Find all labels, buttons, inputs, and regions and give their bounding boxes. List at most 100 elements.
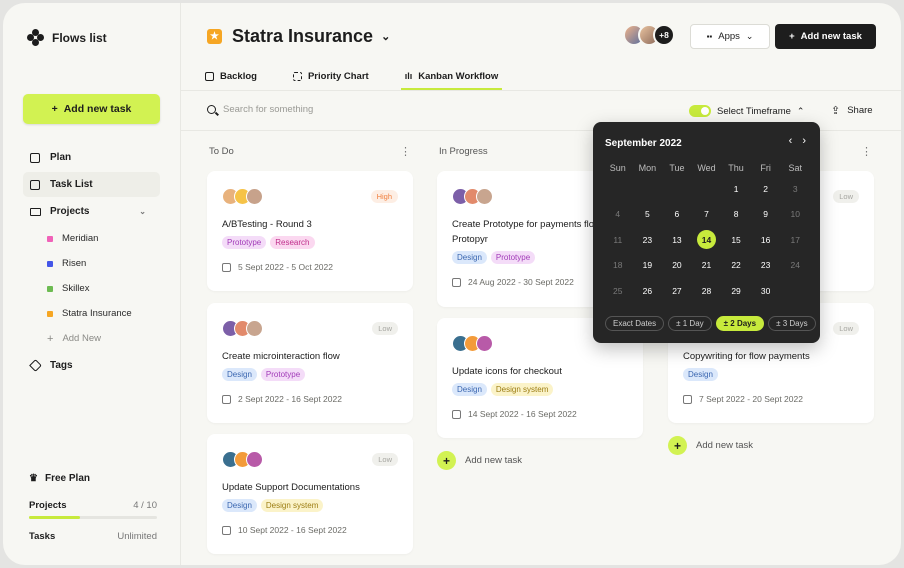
card-date: 14 Sept 2022 - 16 Sept 2022 xyxy=(468,409,577,419)
sidebar-add-task-button[interactable]: + Add new task xyxy=(23,94,160,124)
card-date: 24 Aug 2022 - 30 Sept 2022 xyxy=(468,277,574,287)
apps-dropdown[interactable]: ▪▪ Apps ⌄ xyxy=(690,24,770,49)
range-chip[interactable]: Exact Dates xyxy=(605,316,665,331)
add-task-in-column[interactable]: + Add new task xyxy=(668,436,753,455)
add-new-task-button[interactable]: + Add new task xyxy=(775,24,876,49)
card-top: High xyxy=(222,185,398,207)
sidebar-item-tags[interactable]: Tags xyxy=(23,353,160,378)
calendar-day[interactable]: 5 xyxy=(633,202,663,228)
sidebar-project-item[interactable]: Statra Insurance xyxy=(23,301,160,326)
chevron-left-icon[interactable]: ‹ xyxy=(789,135,793,147)
chevron-down-icon: ⌄ xyxy=(745,31,754,41)
calendar-day[interactable]: 22 xyxy=(721,253,751,279)
task-card[interactable]: Low Create microinteraction flow Design P… xyxy=(207,303,413,423)
card-date-range: 14 Sept 2022 - 16 Sept 2022 xyxy=(452,409,628,419)
calendar-day[interactable]: 24 xyxy=(780,253,810,279)
sidebar-item-label: Projects xyxy=(50,206,90,217)
task-tag: Design system xyxy=(260,499,324,512)
calendar-day[interactable]: 14 xyxy=(692,227,722,253)
calendar-day xyxy=(603,176,633,202)
sidebar-project-item[interactable]: Meridian xyxy=(23,226,160,251)
calendar-day[interactable]: 21 xyxy=(692,253,722,279)
sidebar-project-item[interactable]: Risen xyxy=(23,251,160,276)
share-label: Share xyxy=(847,105,873,116)
add-task-in-column[interactable]: + Add new task xyxy=(437,451,522,470)
calendar-day[interactable]: 1 xyxy=(721,176,751,202)
calendar-day[interactable]: 25 xyxy=(603,278,633,304)
calendar-day[interactable]: 13 xyxy=(662,227,692,253)
timeframe-toggle[interactable] xyxy=(689,105,711,117)
weekday-label: Mon xyxy=(638,162,657,173)
calendar-day[interactable]: 4 xyxy=(603,202,633,228)
add-new-project[interactable]: + Add New xyxy=(23,326,160,351)
sidebar-project-item[interactable]: Skillex xyxy=(23,276,160,301)
task-tag: Design xyxy=(683,368,718,381)
header: ★ Statra Insurance ⌄ Backlog Priority Ch… xyxy=(181,3,901,91)
range-chip[interactable]: ± 2 Days xyxy=(715,316,765,331)
calendar-day[interactable]: 19 xyxy=(633,253,663,279)
calendar-day[interactable]: 17 xyxy=(780,227,810,253)
task-card[interactable]: Low Update Support Documentations Design… xyxy=(207,434,413,554)
date-picker-popover: September 2022 ‹ › Sun Mon Tue Wed Thu Fri Sat… xyxy=(593,122,820,343)
calendar-day[interactable]: 3 xyxy=(780,176,810,202)
calendar-day[interactable]: 16 xyxy=(751,227,781,253)
tab-priority-chart[interactable]: Priority Chart xyxy=(292,63,369,89)
weekday-label: Fri xyxy=(760,162,771,173)
calendar-day[interactable]: 15 xyxy=(721,227,751,253)
calendar-day[interactable]: 8 xyxy=(721,202,751,228)
apps-grid-icon: ▪▪ xyxy=(706,32,713,41)
calendar-day xyxy=(692,176,722,202)
calendar-day[interactable]: 10 xyxy=(780,202,810,228)
calendar-day[interactable]: 23 xyxy=(633,227,663,253)
tab-kanban-workflow[interactable]: ılı Kanban Workflow xyxy=(400,63,502,90)
project-switcher[interactable]: ★ Statra Insurance ⌄ xyxy=(207,26,390,47)
card-title: A/BTesting - Round 3 xyxy=(222,219,312,230)
plus-icon: + xyxy=(47,332,54,345)
calendar-day[interactable]: 26 xyxy=(633,278,663,304)
calendar-day[interactable]: 2 xyxy=(751,176,781,202)
calendar-day[interactable]: 6 xyxy=(662,202,692,228)
chevron-right-icon[interactable]: › xyxy=(802,135,806,147)
calendar-day[interactable]: 9 xyxy=(751,202,781,228)
calendar-day xyxy=(662,176,692,202)
card-assignees xyxy=(222,319,263,337)
star-icon: ★ xyxy=(207,29,222,44)
tag-icon xyxy=(28,359,42,372)
task-card[interactable]: High A/BTesting - Round 3 Prototype Resea… xyxy=(207,171,413,291)
range-chip[interactable]: ± 1 Day xyxy=(668,316,712,331)
plus-icon: + xyxy=(668,436,687,455)
more-vertical-icon[interactable]: ⋮ xyxy=(861,145,872,158)
share-button[interactable]: ⇪ Share xyxy=(831,104,873,117)
sidebar: Flows list + Add new task Plan Task List… xyxy=(3,3,181,565)
search-input[interactable]: Search for something xyxy=(207,104,313,115)
calendar-icon xyxy=(683,394,692,404)
brand-name: Flows list xyxy=(52,30,107,45)
calendar-day[interactable]: 30 xyxy=(751,278,781,304)
calendar-day[interactable]: 27 xyxy=(662,278,692,304)
timeframe-selector[interactable]: Select Timeframe ⌃ xyxy=(689,105,804,117)
date-picker-month: September 2022 xyxy=(605,138,682,149)
range-chip[interactable]: ± 3 Days xyxy=(768,316,816,331)
brand[interactable]: Flows list xyxy=(27,29,107,46)
calendar-day[interactable]: 11 xyxy=(603,227,633,253)
sidebar-item-plan[interactable]: Plan xyxy=(23,145,160,170)
calendar-day[interactable]: 7 xyxy=(692,202,722,228)
calendar-day[interactable]: 20 xyxy=(662,253,692,279)
calendar-icon xyxy=(222,525,231,535)
task-tag: Design xyxy=(452,251,487,264)
sidebar-item-projects[interactable]: Projects ⌄ xyxy=(23,199,160,224)
target-icon xyxy=(292,71,302,81)
calendar-day[interactable]: 23 xyxy=(751,253,781,279)
calendar-day[interactable]: 18 xyxy=(603,253,633,279)
selected-day: 14 xyxy=(696,230,716,250)
add-task-label: Add new task xyxy=(465,455,523,466)
calendar-day[interactable]: 28 xyxy=(692,278,722,304)
more-vertical-icon[interactable]: ⋮ xyxy=(400,145,411,158)
calendar-day[interactable]: 29 xyxy=(721,278,751,304)
member-avatars[interactable]: +8 xyxy=(623,24,675,46)
sidebar-item-task-list[interactable]: Task List xyxy=(23,172,160,197)
tab-backlog[interactable]: Backlog xyxy=(205,63,257,89)
calendar-day xyxy=(780,278,810,304)
card-date-range: 10 Sept 2022 - 16 Sept 2022 xyxy=(222,525,398,535)
plus-icon: + xyxy=(51,103,58,115)
